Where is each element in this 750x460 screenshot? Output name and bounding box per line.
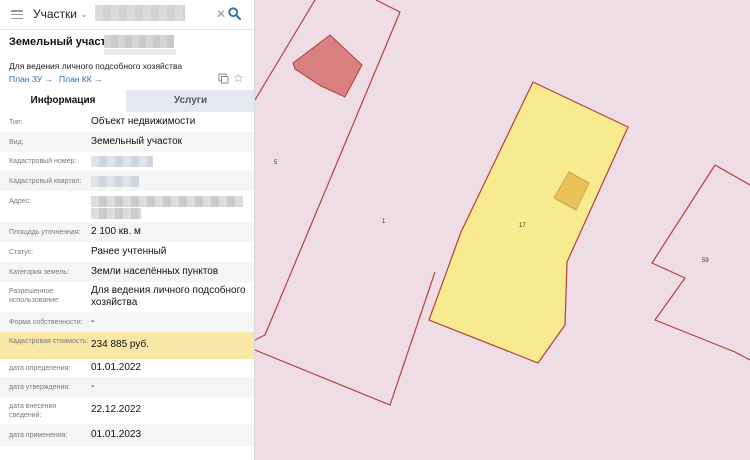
- row-value: 22.12.2022: [91, 404, 142, 415]
- row-label: Категория земель:: [9, 269, 69, 276]
- map-canvas[interactable]: 5 1 17 59: [255, 0, 750, 460]
- table-row: дата применения: 01.01.2023: [0, 424, 254, 446]
- parcel-boundary[interactable]: [255, 0, 316, 101]
- tab-information[interactable]: Информация: [0, 90, 126, 112]
- table-row: Категория земель: Земли населённых пункт…: [0, 262, 254, 282]
- row-label: дата определения:: [9, 365, 71, 372]
- search-icon[interactable]: [228, 7, 241, 20]
- row-label: Вид:: [9, 139, 24, 146]
- menu-icon[interactable]: [11, 10, 23, 20]
- row-label: Статус:: [9, 249, 34, 256]
- table-row: Разрешенное использование: Для ведения л…: [0, 282, 254, 312]
- table-row: Площадь уточненная: 2 100 кв. м: [0, 222, 254, 242]
- parcel-boundary[interactable]: [714, 164, 750, 186]
- object-subtitle: Для ведения личного подсобного хозяйства: [9, 61, 183, 71]
- star-icon[interactable]: ☆: [233, 71, 244, 85]
- row-value: -: [91, 316, 95, 327]
- row-label: Адрес:: [9, 198, 31, 205]
- copy-icon[interactable]: [218, 73, 229, 84]
- cadastral-quarter-redacted[interactable]: [91, 176, 139, 187]
- address-redacted: [91, 208, 141, 219]
- parcel-boundary[interactable]: [651, 164, 750, 361]
- table-row: дата определения: 01.01.2022: [0, 359, 254, 377]
- table-row: Вид: Земельный участок: [0, 132, 254, 152]
- table-row: Статус: Ранее учтенный: [0, 242, 254, 262]
- selected-parcel[interactable]: [428, 81, 629, 364]
- table-row: дата утверждения: -: [0, 377, 254, 397]
- tabs: Информация Услуги: [0, 90, 254, 112]
- row-value: 2 100 кв. м: [91, 226, 141, 237]
- building[interactable]: [292, 34, 363, 98]
- row-value: 234 885 руб.: [91, 339, 149, 350]
- table-row[interactable]: Кадастровый номер:: [0, 152, 254, 171]
- row-value: Земли населённых пунктов: [91, 266, 219, 277]
- row-label: Кадастровый квартал:: [9, 178, 82, 185]
- parcel-label: 17: [519, 223, 526, 229]
- row-value: Земельный участок: [91, 136, 183, 147]
- row-label: Кадастровый номер:: [9, 158, 77, 165]
- row-value: Для ведения личного подсобного хозяйства: [91, 285, 246, 308]
- close-icon[interactable]: ✕: [216, 7, 226, 21]
- table-row: Адрес:: [0, 191, 254, 222]
- row-value: -: [91, 381, 95, 392]
- row-label: дата утверждения:: [9, 384, 71, 391]
- row-value: Объект недвижимости: [91, 116, 196, 127]
- cadastral-number-redacted: [104, 35, 174, 48]
- info-panel: Участки ⌄ ✕ Земельный участок Для ведени…: [0, 0, 255, 460]
- row-label: Площадь уточненная:: [9, 229, 81, 236]
- row-label: дата применения:: [9, 432, 68, 439]
- cadastral-map[interactable]: 5 1 17 59: [255, 0, 750, 460]
- row-value: 01.01.2023: [91, 429, 142, 440]
- plan-zu-link[interactable]: План ЗУ →: [9, 74, 53, 84]
- parcel-label: 1: [382, 219, 386, 225]
- table-row: Тип: Объект недвижимости: [0, 112, 254, 132]
- table-row: Форма собственности: -: [0, 312, 254, 332]
- parcel-boundary[interactable]: [255, 271, 436, 406]
- parcel-label: 59: [702, 258, 709, 264]
- layer-select[interactable]: Участки: [33, 7, 77, 21]
- cadastral-number-redacted[interactable]: [91, 156, 153, 167]
- address-redacted: [91, 196, 243, 207]
- search-bar: Участки ⌄ ✕: [0, 0, 254, 30]
- row-value: 01.01.2022: [91, 362, 142, 373]
- row-label: Форма собственности:: [9, 319, 83, 326]
- table-row[interactable]: Кадастровый квартал:: [0, 171, 254, 191]
- page-title: Земельный участок: [9, 36, 118, 48]
- cadastral-number-redacted: [104, 49, 176, 55]
- table-row: дата внесения сведений: 22.12.2022: [0, 397, 254, 424]
- row-value: Ранее учтенный: [91, 246, 167, 257]
- row-label: Кадастровая стоимость:: [9, 338, 89, 345]
- table-row-highlighted: Кадастровая стоимость: 234 885 руб.: [0, 332, 254, 359]
- chevron-down-icon[interactable]: ⌄: [80, 9, 88, 20]
- row-label: Разрешенное использование:: [9, 288, 60, 304]
- search-input[interactable]: [95, 5, 185, 21]
- row-label: дата внесения сведений:: [9, 403, 57, 419]
- parcel-label: 5: [274, 160, 278, 166]
- row-label: Тип:: [9, 119, 23, 126]
- plan-kk-link[interactable]: План КК →: [59, 74, 103, 84]
- tab-services[interactable]: Услуги: [126, 90, 254, 112]
